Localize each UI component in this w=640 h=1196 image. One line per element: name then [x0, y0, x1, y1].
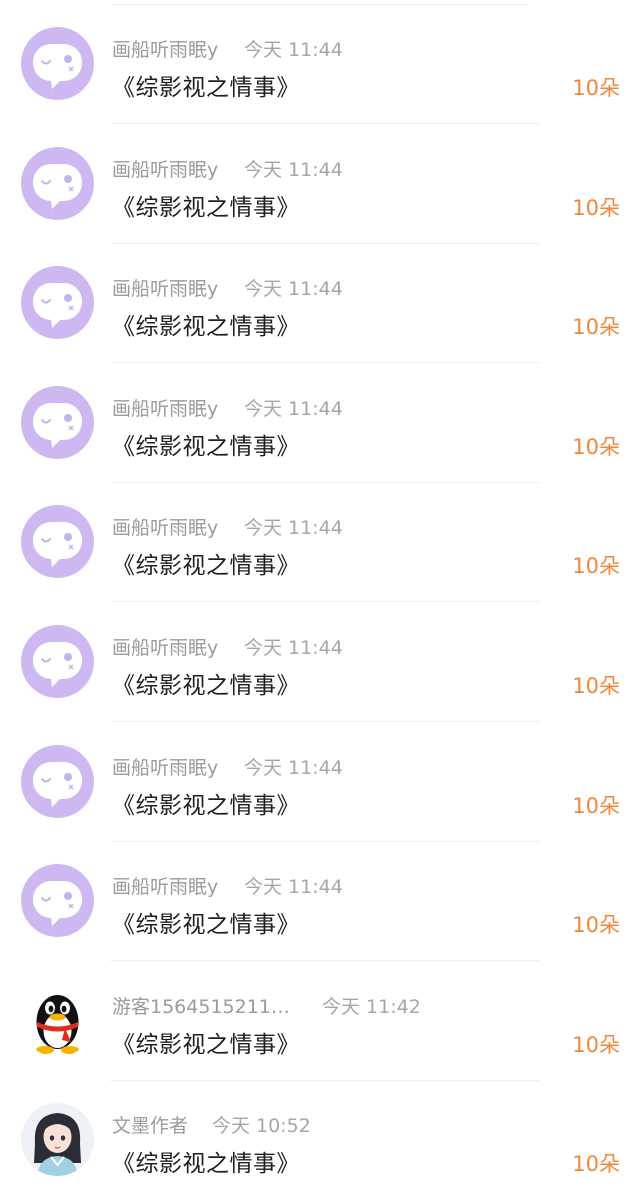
gift-amount: 10朵 — [572, 1152, 620, 1177]
book-title[interactable]: 《综影视之情事》 — [112, 786, 300, 820]
purple-chat-bubble-avatar[interactable] — [21, 27, 94, 100]
gift-time: 今天 10:52 — [212, 1115, 311, 1138]
chat-bubble-icon — [33, 642, 82, 687]
list-item[interactable]: 画船听雨眠y 今天 11:44 《综影视之情事》 10朵 — [0, 718, 640, 842]
gift-time: 今天 11:44 — [244, 876, 343, 899]
gift-time: 今天 11:44 — [244, 158, 343, 181]
user-name: 画船听雨眠y — [112, 397, 219, 420]
chat-bubble-icon — [33, 402, 82, 448]
user-name: 画船听雨眠y — [112, 39, 219, 61]
user-name: 画船听雨眠y — [112, 637, 219, 659]
chat-bubble-icon — [33, 44, 82, 89]
gift-amount: 10朵 — [572, 913, 620, 938]
chat-bubble-icon — [33, 522, 82, 568]
user-name: 画船听雨眠y — [112, 158, 219, 181]
chat-bubble-icon — [33, 283, 82, 329]
penguin-avatar[interactable] — [21, 983, 94, 1057]
book-title[interactable]: 《综影视之情事》 — [112, 1144, 300, 1178]
chat-bubble-icon — [33, 163, 82, 209]
penguin-icon — [36, 994, 79, 1054]
purple-chat-bubble-avatar[interactable] — [21, 146, 94, 220]
purple-chat-bubble-avatar[interactable] — [21, 744, 94, 818]
chat-bubble-icon — [33, 761, 82, 807]
purple-chat-bubble-avatar[interactable] — [21, 625, 94, 698]
chat-bubble-icon — [33, 881, 82, 927]
purple-chat-bubble-avatar[interactable] — [21, 505, 94, 579]
gift-time: 今天 11:44 — [244, 756, 343, 779]
book-title[interactable]: 《综影视之情事》 — [112, 307, 300, 341]
user-name: 游客1564515211… — [112, 995, 290, 1018]
book-title[interactable]: 《综影视之情事》 — [112, 666, 300, 700]
user-name: 画船听雨眠y — [112, 756, 219, 779]
user-name: 画船听雨眠y — [112, 278, 219, 301]
purple-chat-bubble-avatar[interactable] — [21, 864, 94, 938]
list-item[interactable]: 画船听雨眠y 今天 11:44 《综影视之情事》 10朵 — [0, 837, 640, 962]
purple-chat-bubble-avatar[interactable] — [21, 385, 94, 459]
girl-avatar[interactable] — [21, 1103, 94, 1177]
gift-time: 今天 11:44 — [244, 39, 343, 61]
book-title[interactable]: 《综影视之情事》 — [112, 188, 300, 222]
book-title[interactable]: 《综影视之情事》 — [112, 427, 300, 461]
list-item[interactable]: 画船听雨眠y 今天 11:44 《综影视之情事》 10朵 — [0, 239, 640, 364]
gift-amount: 10朵 — [572, 674, 620, 698]
list-item[interactable]: 游客1564515211… 今天 11:42 《综影视之情事》 10朵 — [0, 957, 640, 1081]
purple-chat-bubble-avatar[interactable] — [21, 266, 94, 340]
gift-time: 今天 11:42 — [322, 995, 421, 1018]
book-title[interactable]: 《综影视之情事》 — [112, 68, 300, 102]
gift-time: 今天 11:44 — [244, 517, 343, 540]
gift-amount: 10朵 — [572, 434, 620, 459]
list-item[interactable]: 画船听雨眠y 今天 11:44 《综影视之情事》 10朵 — [0, 0, 640, 124]
user-name: 画船听雨眠y — [112, 517, 219, 540]
gift-time: 今天 11:44 — [244, 278, 343, 301]
book-title[interactable]: 《综影视之情事》 — [112, 546, 300, 580]
user-name: 画船听雨眠y — [112, 876, 219, 899]
gift-amount: 10朵 — [572, 315, 620, 340]
book-title[interactable]: 《综影视之情事》 — [112, 1025, 300, 1059]
list-item[interactable]: 画船听雨眠y 今天 11:44 《综影视之情事》 10朵 — [0, 478, 640, 603]
gift-amount: 10朵 — [572, 195, 620, 220]
gift-time: 今天 11:44 — [244, 397, 343, 420]
gift-amount: 10朵 — [572, 76, 620, 100]
gift-amount: 10朵 — [572, 1032, 620, 1057]
list-item[interactable]: 画船听雨眠y 今天 11:44 《综影视之情事》 10朵 — [0, 598, 640, 722]
gift-time: 今天 11:44 — [244, 637, 343, 659]
user-name: 文墨作者 — [112, 1115, 189, 1138]
girl-portrait-icon — [21, 1103, 94, 1177]
list-item[interactable]: 文墨作者 今天 10:52 《综影视之情事》 10朵 — [0, 1076, 640, 1196]
list-item[interactable]: 画船听雨眠y 今天 11:44 《综影视之情事》 10朵 — [0, 359, 640, 483]
gift-amount: 10朵 — [572, 793, 620, 818]
list-item[interactable]: 画船听雨眠y 今天 11:44 《综影视之情事》 10朵 — [0, 120, 640, 244]
gift-amount: 10朵 — [572, 554, 620, 579]
book-title[interactable]: 《综影视之情事》 — [112, 905, 300, 939]
